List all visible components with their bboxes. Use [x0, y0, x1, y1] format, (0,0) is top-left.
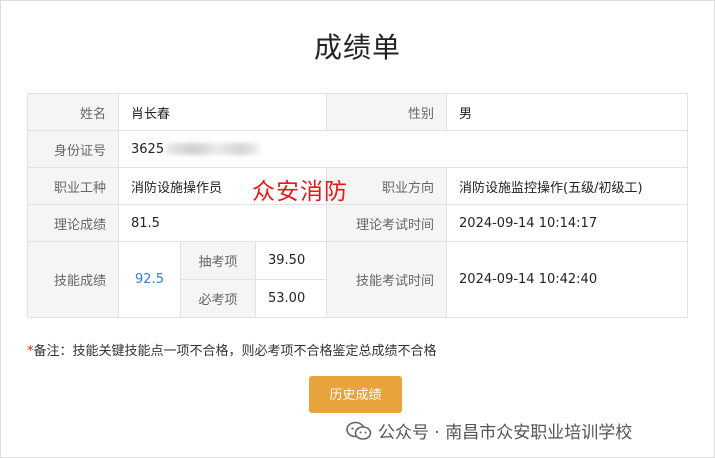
theory-label: 理论成绩 — [27, 204, 119, 242]
footer-account: 公众号 · 南昌市众安职业培训学校 — [346, 418, 632, 443]
skill-label: 技能成绩 — [27, 241, 119, 318]
footer-text: 公众号 · 南昌市众安职业培训学校 — [378, 423, 633, 443]
page-title: 成绩单 — [313, 31, 401, 64]
table-row: 理论成绩 81.5 理论考试时间 2024-09-14 10:14:17 — [27, 204, 689, 242]
id-cell: 3625 — [117, 130, 689, 168]
history-scores-button[interactable]: 历史成绩 — [309, 376, 402, 413]
id-label: 身份证号 — [27, 130, 119, 168]
score-table: 姓名 肖长春 性别 男 身份证号 3625 职业工种 消防设施操作员 职业方向 … — [27, 93, 689, 318]
table-row: 姓名 肖长春 性别 男 — [27, 93, 689, 131]
remark-note: *备注：技能关键技能点一项不合格，则必考项不合格鉴定总成绩不合格 — [27, 340, 437, 359]
id-value: 3625 — [131, 141, 165, 157]
table-row: 身份证号 3625 — [27, 130, 689, 168]
occupation-label: 职业工种 — [27, 167, 119, 205]
required-value: 53.00 — [254, 279, 328, 318]
table-row: 技能成绩 92.5 抽考项 39.50 技能考试时间 2024-09-14 10… — [27, 241, 689, 318]
draw-label: 抽考项 — [180, 241, 256, 280]
draw-value: 39.50 — [254, 241, 328, 280]
theory-value: 81.5 — [117, 204, 328, 242]
name-value: 肖长春 — [117, 93, 328, 131]
skill-value: 92.5 — [118, 241, 181, 318]
theory-time-value: 2024-09-14 10:14:17 — [446, 204, 689, 242]
id-redaction — [166, 143, 261, 155]
wechat-icon — [346, 421, 372, 441]
gender-value: 男 — [446, 93, 689, 131]
direction-value: 消防设施监控操作(五级/初级工) — [446, 167, 689, 205]
theory-time-label: 理论考试时间 — [326, 204, 448, 242]
skill-time-label: 技能考试时间 — [326, 241, 448, 318]
remark-text: 备注：技能关键技能点一项不合格，则必考项不合格鉴定总成绩不合格 — [33, 344, 437, 359]
name-label: 姓名 — [27, 93, 119, 131]
gender-label: 性别 — [326, 93, 448, 131]
table-row: 职业工种 消防设施操作员 职业方向 消防设施监控操作(五级/初级工) — [27, 167, 689, 205]
watermark-text: 众安消防 — [252, 179, 348, 205]
required-label: 必考项 — [180, 279, 256, 318]
skill-time-value: 2024-09-14 10:42:40 — [446, 241, 689, 318]
